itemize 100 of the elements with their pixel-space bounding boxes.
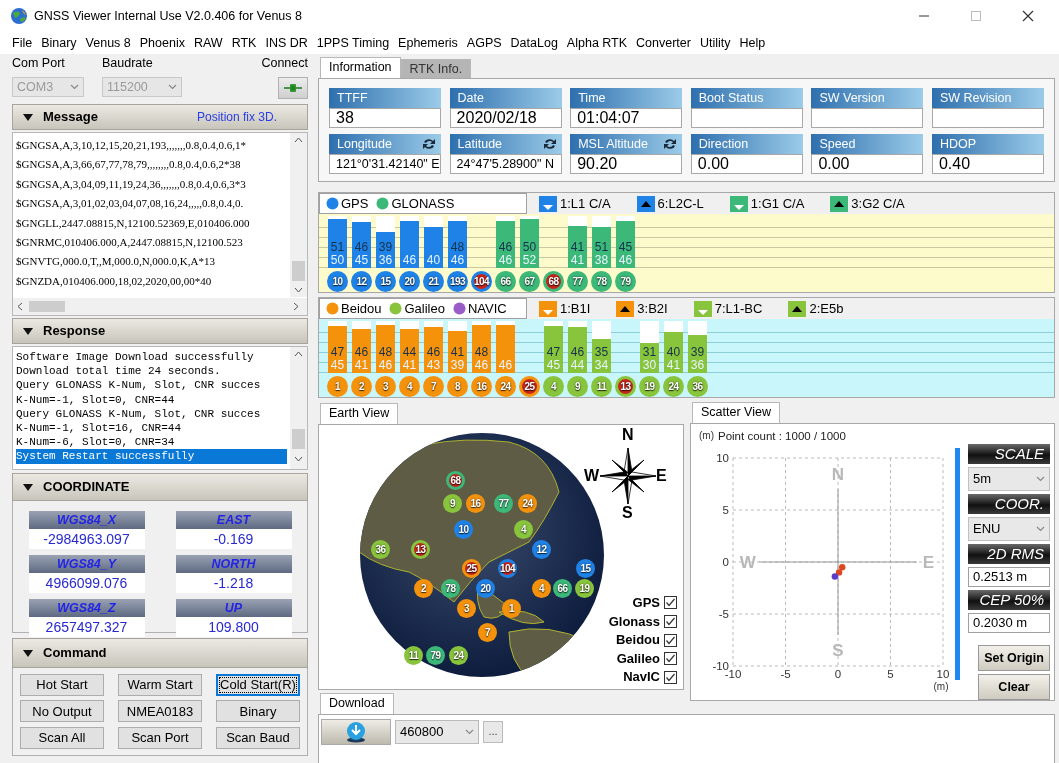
command-button[interactable]: Scan Port	[118, 726, 202, 749]
collapse-icon[interactable]	[23, 327, 33, 335]
snr-value: 40	[666, 346, 681, 359]
band-label: 1:B1I	[560, 300, 591, 317]
tab[interactable]: Information	[320, 57, 401, 78]
tab[interactable]: Scatter View	[692, 402, 780, 423]
log-line: $GNGSA,A,3,66,67,77,78,79,,,,,,,,0.8,0.4,0.6,2*38	[16, 157, 242, 173]
field-label: Direction	[698, 136, 749, 152]
tab[interactable]: Earth View	[320, 403, 399, 424]
command-button[interactable]: Hot Start	[20, 674, 104, 696]
field-value: 0.00	[690, 154, 803, 174]
snr-value: 30	[642, 359, 657, 372]
log-line[interactable]: Software Image Download successfully	[16, 350, 287, 365]
snr-value: 43	[426, 359, 441, 372]
menu-item[interactable]: Converter	[636, 35, 691, 51]
collapse-icon[interactable]	[23, 113, 33, 121]
band-icon[interactable]	[788, 300, 807, 317]
menu-item[interactable]: DataLog	[510, 35, 558, 51]
menu-item[interactable]: Alpha RTK	[566, 35, 628, 51]
command-button[interactable]: Scan Baud	[216, 726, 300, 749]
log-line[interactable]: Query GLONASS K-Num, Slot, CNR succes	[16, 378, 287, 393]
band-icon[interactable]	[830, 195, 849, 212]
caret-icon	[168, 84, 177, 90]
menu-item[interactable]: File	[12, 35, 33, 51]
collapse-icon[interactable]	[23, 649, 33, 657]
field-value: 2020/02/18	[449, 108, 562, 128]
compass-label: S	[622, 505, 633, 521]
checkbox[interactable]	[664, 652, 677, 666]
menu-item[interactable]: Utility	[699, 35, 731, 51]
baudrate-select[interactable]: 460800	[395, 720, 479, 744]
log-line[interactable]: Query GLONASS K-Num, Slot, CNR succes	[16, 406, 287, 421]
horizontal-scrollbar[interactable]	[13, 298, 307, 315]
menu-item[interactable]: 1PPS Timing	[316, 35, 390, 51]
snr-value: 34	[594, 359, 609, 372]
checkbox[interactable]	[664, 614, 677, 628]
satellite-badge: 79	[615, 271, 636, 292]
satellite-badge: 21	[423, 271, 444, 292]
direction-label: W	[739, 553, 756, 572]
vertical-scrollbar[interactable]	[290, 133, 307, 297]
field-label: TTFF	[337, 90, 368, 106]
menu-item[interactable]: Phoenix	[139, 35, 185, 51]
tick-label: 5	[887, 668, 894, 680]
swap-icon[interactable]	[662, 137, 679, 151]
log-line[interactable]: K-Num=-1, Slot=0, CNR=44	[16, 392, 287, 407]
band-icon[interactable]	[636, 195, 655, 212]
command-button[interactable]: No Output	[20, 700, 104, 723]
connect-button[interactable]	[278, 77, 308, 99]
collapse-icon[interactable]	[23, 483, 33, 491]
snr-value: 41	[450, 346, 465, 359]
menu-item[interactable]: INS DR	[265, 35, 308, 51]
download-button[interactable]	[321, 719, 391, 745]
satellite-badge: 4	[399, 376, 420, 397]
command-button[interactable]: Scan All	[20, 726, 104, 749]
plug-icon	[284, 83, 302, 93]
swap-icon[interactable]	[421, 137, 437, 151]
compass-label: N	[622, 427, 634, 443]
checkbox[interactable]	[664, 633, 677, 647]
log-line[interactable]: K-Num=-6, Slot=0, CNR=34	[16, 435, 287, 450]
tab[interactable]: RTK Info.	[400, 59, 472, 78]
menu-item[interactable]: Ephemeris	[398, 35, 458, 51]
control-label: SCALE	[968, 444, 1050, 464]
satellite-badge: 19	[639, 376, 660, 397]
menu-item[interactable]: AGPS	[466, 35, 502, 51]
log-line[interactable]: Download total time 24 seconds.	[16, 364, 287, 379]
caret-icon	[70, 84, 79, 90]
menu-item[interactable]: Venus 8	[85, 35, 131, 51]
browse-button[interactable]: ...	[483, 721, 503, 743]
compass-drawing	[600, 448, 656, 504]
command-button[interactable]: Warm Start	[118, 674, 202, 696]
menu-item[interactable]: RTK	[231, 35, 257, 51]
tab[interactable]: Download	[320, 693, 394, 714]
vertical-scrollbar[interactable]	[290, 347, 307, 469]
log-line: $GNGSA,A,3,01,02,03,04,07,08,16,24,,,,,0.8,0.4,0.	[16, 196, 245, 212]
menu-item[interactable]: RAW	[193, 35, 223, 51]
snr-value: 39	[378, 241, 393, 254]
band-icon[interactable]	[616, 300, 635, 317]
satellite-badge: 9	[567, 376, 588, 397]
field-value: -1.218	[175, 573, 292, 593]
command-button[interactable]: Binary	[216, 700, 300, 723]
checkbox[interactable]	[664, 670, 677, 684]
checkbox[interactable]	[664, 596, 677, 610]
action-button[interactable]: Set Origin	[978, 645, 1050, 671]
band-label: 3:B2I	[637, 300, 668, 317]
scale-select[interactable]: 5m	[968, 467, 1050, 491]
swap-icon[interactable]	[541, 137, 558, 151]
menu-item[interactable]: Binary	[41, 35, 77, 51]
command-button[interactable]: Cold Start(R)	[216, 674, 300, 696]
value-display: 0.2513 m	[968, 567, 1050, 587]
log-line[interactable]: K-Num=-1, Slot=16, CNR=44	[16, 421, 287, 436]
command-button[interactable]: NMEA0183	[118, 700, 202, 723]
system-name: Beidou	[341, 300, 382, 317]
field-label: Time	[578, 90, 606, 106]
field-label: Connect	[261, 56, 308, 72]
snr-value: 44	[570, 359, 585, 372]
close-icon[interactable]	[1021, 10, 1035, 22]
satellite-badge: 12	[351, 271, 372, 292]
action-button[interactable]: Clear	[978, 674, 1050, 700]
coordinate-select[interactable]: ENU	[968, 517, 1050, 541]
system-name: Galileo	[404, 300, 445, 317]
menu-item[interactable]: Help	[739, 35, 766, 51]
